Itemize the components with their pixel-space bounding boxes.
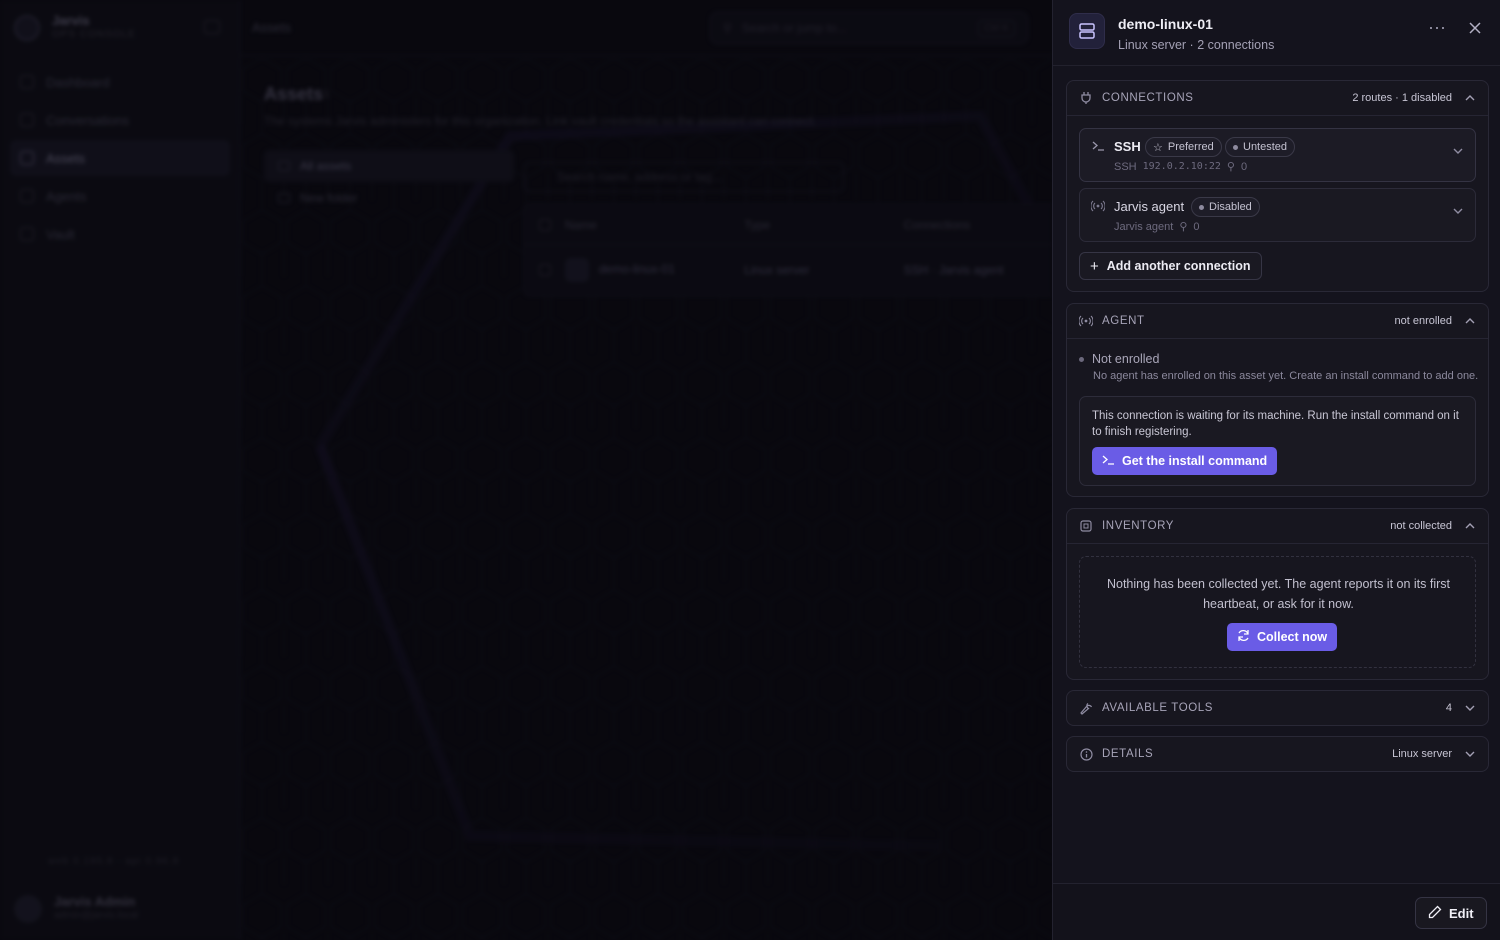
drawer-footer: Edit: [1053, 883, 1500, 940]
connections-section-header[interactable]: CONNECTIONS 2 routes · 1 disabled: [1067, 81, 1488, 115]
chevron-up-icon[interactable]: [1464, 315, 1476, 327]
drawer-title: demo-linux-01: [1118, 16, 1213, 32]
status-dot-icon: [1233, 144, 1238, 150]
section-title: AGENT: [1102, 315, 1145, 327]
connections-section: CONNECTIONS 2 routes · 1 disabled SSH ☆ P…: [1066, 80, 1489, 292]
connection-protocol: SSH: [1114, 160, 1137, 173]
connection-card-ssh[interactable]: SSH ☆ Preferred Untested SSH 192.0.2.10:2…: [1079, 128, 1476, 182]
drawer-subtitle: Linux server · 2 connections: [1118, 38, 1275, 52]
agent-description: No agent has enrolled on this asset yet.…: [1093, 370, 1479, 382]
chevron-up-icon[interactable]: [1464, 92, 1476, 104]
add-connection-button[interactable]: + Add another connection: [1079, 252, 1262, 280]
inventory-empty-text: Nothing has been collected yet. The agen…: [1106, 577, 1451, 611]
credential-count: 0: [1240, 160, 1248, 173]
install-callout: This connection is waiting for its machi…: [1079, 396, 1476, 486]
section-title: AVAILABLE TOOLS: [1102, 702, 1214, 714]
server-icon: [1069, 13, 1105, 49]
chevron-down-icon[interactable]: [1453, 201, 1463, 219]
button-label: Get the install command: [1122, 454, 1268, 468]
connection-detail: Jarvis agent ⚲ 0: [1114, 220, 1200, 234]
key-icon: ⚲: [1179, 221, 1188, 233]
connection-name: SSH: [1114, 139, 1141, 154]
more-options-icon[interactable]: ···: [1426, 18, 1448, 40]
section-meta: not collected: [1390, 520, 1452, 532]
asset-detail-drawer: demo-linux-01 Linux server · 2 connectio…: [1052, 0, 1500, 940]
connection-detail: SSH 192.0.2.10:22 ⚲ 0: [1114, 160, 1248, 174]
chevron-down-icon[interactable]: [1453, 141, 1463, 159]
section-title: DETAILS: [1102, 748, 1154, 760]
refresh-icon: [1237, 629, 1250, 645]
section-meta: 4: [1445, 702, 1452, 714]
button-label: Collect now: [1257, 630, 1328, 644]
badge-label: Preferred: [1167, 141, 1214, 153]
info-icon: [1079, 747, 1093, 761]
connection-card-jarvis-agent[interactable]: Jarvis agent Disabled Jarvis agent ⚲ 0: [1079, 188, 1476, 242]
section-title: CONNECTIONS: [1102, 92, 1194, 104]
inventory-empty-state: Nothing has been collected yet. The agen…: [1079, 556, 1476, 668]
section-meta: not enrolled: [1394, 315, 1453, 327]
inventory-body: Nothing has been collected yet. The agen…: [1067, 543, 1488, 679]
tools-section-header[interactable]: AVAILABLE TOOLS 4: [1067, 691, 1488, 725]
agent-section-header[interactable]: AGENT not enrolled: [1067, 304, 1488, 338]
terminal-icon: [1102, 454, 1115, 468]
key-icon: ⚲: [1226, 161, 1235, 173]
badge-label: Disabled: [1209, 201, 1252, 213]
agent-section: AGENT not enrolled Not enrolled No agent…: [1066, 303, 1489, 497]
get-install-command-button[interactable]: Get the install command: [1092, 447, 1278, 475]
status-dot-icon: [1079, 356, 1084, 362]
agent-status: Not enrolled: [1079, 352, 1159, 366]
disabled-badge: Disabled: [1191, 197, 1260, 217]
section-title: INVENTORY: [1102, 520, 1175, 532]
drawer-header: demo-linux-01 Linux server · 2 connectio…: [1053, 0, 1500, 66]
preferred-badge: ☆ Preferred: [1145, 137, 1222, 157]
broadcast-icon: [1091, 199, 1105, 213]
chevron-down-icon[interactable]: [1464, 748, 1476, 760]
star-icon: ☆: [1153, 141, 1163, 154]
broadcast-icon: [1079, 314, 1093, 328]
credential-count: 0: [1193, 220, 1200, 233]
plug-icon: [1079, 91, 1093, 105]
install-callout-text: This connection is waiting for its machi…: [1092, 410, 1459, 438]
inventory-section-header[interactable]: INVENTORY not collected: [1067, 509, 1488, 543]
chevron-down-icon[interactable]: [1464, 702, 1476, 714]
details-section-header[interactable]: DETAILS Linux server: [1067, 737, 1488, 771]
plus-icon: +: [1090, 257, 1099, 275]
cpu-icon: [1079, 519, 1093, 533]
close-icon[interactable]: [1464, 17, 1486, 39]
untested-badge: Untested: [1225, 137, 1296, 157]
terminal-icon: [1091, 139, 1105, 153]
button-label: Add another connection: [1106, 259, 1251, 273]
details-section[interactable]: DETAILS Linux server: [1066, 736, 1489, 772]
collect-now-button[interactable]: Collect now: [1227, 623, 1338, 651]
edit-button[interactable]: Edit: [1415, 897, 1487, 929]
connection-name: Jarvis agent: [1114, 199, 1185, 214]
badge-label: Untested: [1243, 141, 1288, 153]
section-meta: Linux server: [1392, 748, 1452, 760]
section-meta: 2 routes · 1 disabled: [1352, 92, 1452, 104]
button-label: Edit: [1449, 905, 1474, 921]
chevron-up-icon[interactable]: [1464, 520, 1476, 532]
connections-body: SSH ☆ Preferred Untested SSH 192.0.2.10:2…: [1067, 115, 1488, 291]
inventory-section: INVENTORY not collected Nothing has been…: [1066, 508, 1489, 680]
connection-address: 192.0.2.10:22: [1142, 161, 1221, 172]
status-dot-icon: [1199, 204, 1204, 210]
modal-backdrop[interactable]: [0, 0, 1052, 940]
wrench-icon: [1079, 701, 1093, 715]
agent-body: Not enrolled No agent has enrolled on th…: [1067, 338, 1488, 496]
agent-status-label: Not enrolled: [1092, 352, 1160, 366]
available-tools-section[interactable]: AVAILABLE TOOLS 4: [1066, 690, 1489, 726]
pencil-icon: [1428, 905, 1442, 922]
connection-protocol: Jarvis agent: [1114, 220, 1174, 233]
